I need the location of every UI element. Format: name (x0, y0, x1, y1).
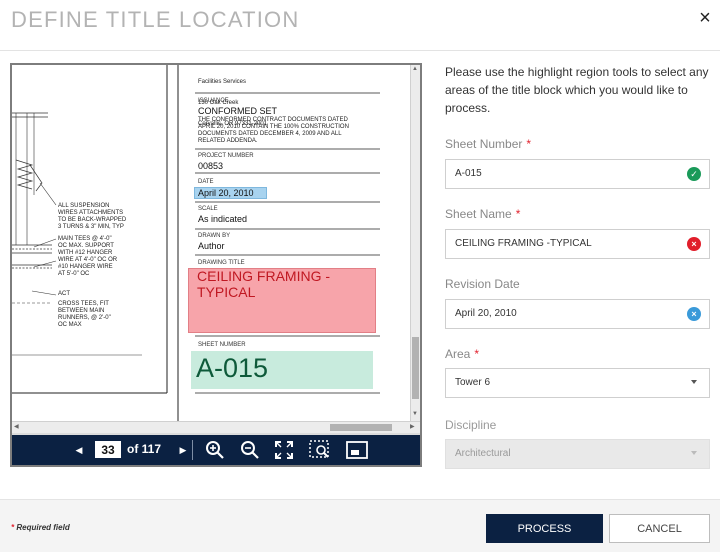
required-marker: * (515, 207, 521, 221)
prev-page-icon[interactable]: ◀ (72, 440, 86, 460)
required-field-note: * Required field (11, 523, 70, 532)
discipline-select: Architectural (445, 439, 710, 469)
close-icon[interactable]: × (696, 8, 714, 28)
area-field-label: Area * (445, 347, 479, 361)
header-divider (0, 50, 720, 51)
instructions-text: Please use the highlight region tools to… (445, 65, 709, 115)
sheet-number-label: SHEET NUMBER (198, 342, 246, 348)
scroll-down-icon[interactable]: ▼ (412, 411, 418, 417)
page-count: of 117 (127, 442, 162, 456)
sheet-number-value: A-015 (196, 353, 269, 383)
sheet-name-value-text: CEILING FRAMING -TYPICAL (455, 238, 592, 249)
drawn-by-value: Author (198, 241, 225, 251)
caret-down-icon (691, 380, 697, 384)
document-viewer[interactable]: Facilities Services 130 Oak Creek Corval… (10, 63, 422, 467)
revision-date-value-text: April 20, 2010 (455, 308, 517, 319)
note-suspension: ALL SUSPENSION WIRES ATTACHMENTS TO BE B… (58, 203, 127, 230)
cancel-button[interactable]: CANCEL (609, 514, 710, 543)
issuance-label: ISSUANCE (198, 98, 229, 104)
area-value-text: Tower 6 (455, 377, 491, 388)
required-marker: * (11, 523, 15, 532)
drawing-title-label: DRAWING TITLE (198, 260, 245, 266)
discipline-field-label: Discipline (445, 418, 497, 432)
field-label-text: Sheet Name (445, 207, 512, 221)
scale-value: As indicated (198, 214, 248, 224)
zoom-region-icon[interactable] (309, 440, 331, 460)
dialog-footer: * Required field PROCESS CANCEL (0, 499, 720, 552)
scroll-right-icon[interactable]: ▶ (410, 423, 415, 430)
sheet-number-value-text: A-015 (455, 168, 482, 179)
zoom-out-icon[interactable] (240, 440, 260, 460)
drawn-by-label: DRAWN BY (198, 233, 231, 239)
vertical-scrollbar[interactable]: ▲ ▼ (410, 65, 420, 421)
horizontal-scroll-thumb[interactable] (330, 424, 392, 431)
toolbar-divider (192, 440, 193, 460)
issuance-value: CONFORMED SET (198, 106, 278, 116)
required-note-text: Required field (16, 523, 70, 532)
check-circle-icon[interactable]: ✓ (687, 167, 701, 181)
note-cross-tees: CROSS TEES, FIT BETWEEN MAIN RUNNERS, @ … (58, 301, 111, 328)
scroll-left-icon[interactable]: ◀ (14, 423, 19, 430)
process-button[interactable]: PROCESS (486, 514, 603, 543)
vertical-scroll-thumb[interactable] (412, 337, 419, 399)
zoom-in-icon[interactable] (205, 440, 225, 460)
dialog-title: DEFINE TITLE LOCATION (11, 7, 300, 32)
project-number-value: 00853 (198, 161, 224, 171)
required-marker: * (526, 137, 532, 151)
sheet-number-input[interactable]: A-015 ✓ (445, 159, 710, 189)
project-number-label: PROJECT NUMBER (198, 153, 254, 159)
error-circle-icon[interactable]: × (687, 237, 701, 251)
clear-circle-icon[interactable]: × (687, 307, 701, 321)
scroll-up-icon[interactable]: ▲ (412, 66, 418, 72)
field-label-text: Sheet Number (445, 137, 523, 151)
revision-date-input[interactable]: April 20, 2010 × (445, 299, 710, 329)
sheet-name-field-label: Sheet Name * (445, 207, 520, 221)
issuance-note: THE CONFORMED CONTRACT DOCUMENTS DATED A… (198, 117, 349, 144)
next-page-icon[interactable]: ▶ (177, 440, 189, 460)
drawing-title-value: CEILING FRAMING - TYPICAL (197, 268, 331, 300)
caret-down-icon (691, 451, 697, 455)
date-value: April 20, 2010 (198, 188, 254, 198)
sheet-name-input[interactable]: CEILING FRAMING -TYPICAL × (445, 229, 710, 259)
required-marker: * (474, 347, 480, 361)
discipline-value-text: Architectural (455, 448, 511, 459)
horizontal-scrollbar[interactable]: ◀ ▶ (12, 421, 420, 433)
dialog-header: DEFINE TITLE LOCATION × (0, 0, 720, 46)
sheet-number-field-label: Sheet Number * (445, 137, 531, 151)
revision-date-field-label: Revision Date (445, 277, 520, 291)
fit-to-screen-icon[interactable] (274, 440, 294, 460)
viewer-toolbar: ◀ of 117 ▶ (12, 435, 420, 465)
area-select[interactable]: Tower 6 (445, 368, 710, 398)
address-line: Facilities Services (198, 79, 247, 85)
thumbnail-icon[interactable] (346, 440, 368, 460)
scale-label: SCALE (198, 206, 218, 212)
date-label: DATE (198, 179, 214, 185)
note-main-tees: MAIN TEES @ 4'-0" OC MAX. SUPPORT WITH #… (58, 236, 118, 277)
note-act: ACT (58, 291, 70, 297)
drawing-page[interactable]: Facilities Services 130 Oak Creek Corval… (12, 65, 410, 421)
field-label-text: Area (445, 347, 471, 361)
page-number-input[interactable] (95, 441, 121, 458)
